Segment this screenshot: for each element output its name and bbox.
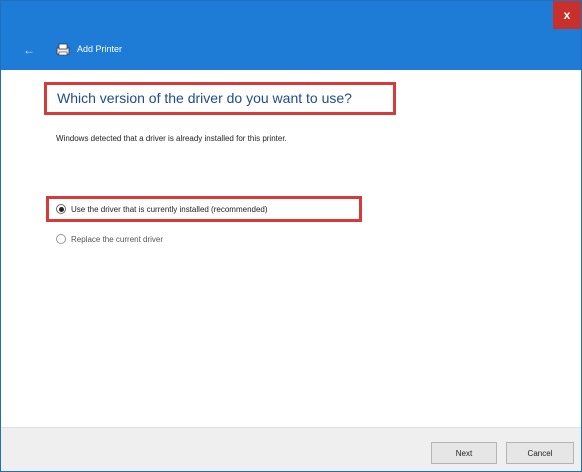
next-button[interactable]: Next: [431, 442, 497, 464]
printer-icon: [56, 43, 70, 56]
close-button[interactable]: x: [553, 1, 581, 29]
radio-button-unselected[interactable]: [56, 234, 66, 244]
radio-button-selected[interactable]: [56, 204, 66, 214]
cancel-button[interactable]: Cancel: [506, 442, 574, 464]
button-bar: Next Cancel: [1, 427, 581, 471]
description-text: Windows detected that a driver is alread…: [56, 134, 287, 143]
back-arrow-icon[interactable]: ←: [23, 43, 37, 57]
page-title: Which version of the driver do you want …: [57, 90, 352, 106]
add-printer-window: x ← Add Printer Which version of the dri…: [0, 0, 582, 472]
option-label: Replace the current driver: [71, 234, 164, 244]
title-bar: x ← Add Printer: [1, 1, 581, 70]
option-replace-driver[interactable]: Replace the current driver: [56, 234, 163, 244]
window-title: Add Printer: [77, 44, 123, 54]
option-label: Use the driver that is currently install…: [71, 204, 268, 214]
option-use-current-driver[interactable]: Use the driver that is currently install…: [56, 204, 268, 214]
wizard-content: Which version of the driver do you want …: [1, 70, 581, 427]
